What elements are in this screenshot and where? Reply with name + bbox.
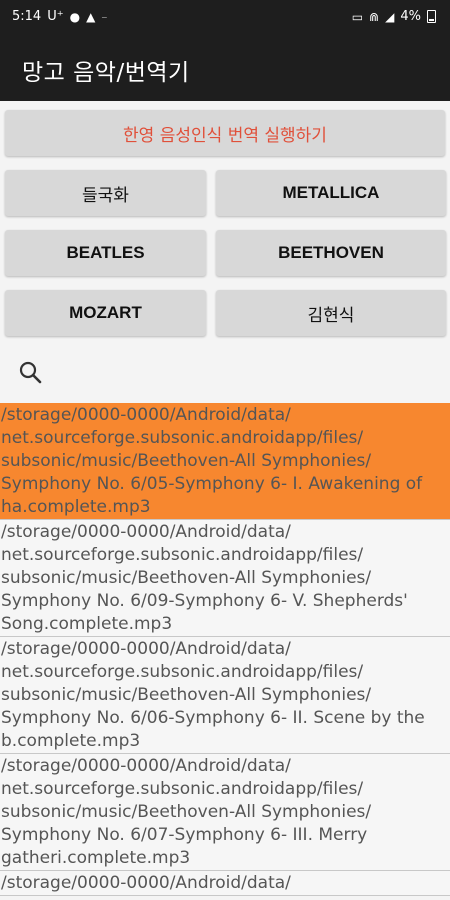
file-path-line: Symphony No. 6/05-Symphony 6- I. Awakeni… [1,474,423,494]
file-path-line: net.sourceforge.subsonic.androidapp/file… [1,779,364,799]
file-path-line: subsonic/music/Beethoven-All Symphonies/ [1,568,372,588]
search-icon[interactable] [18,360,44,386]
file-path-line: b.complete.mp3 [1,731,141,751]
battery-percent: 4% [400,9,421,24]
nfc-icon: ▭ [351,9,364,24]
artist-button-beatles[interactable]: BEATLES [5,230,206,276]
list-item[interactable]: /storage/0000-0000/Android/data/ net.sou… [0,754,450,871]
file-path-line: subsonic/music/Beethoven-All Symphonies/ [1,451,372,471]
battery-icon [427,10,436,23]
file-path-line: /storage/0000-0000/Android/data/ [1,522,291,542]
carrier-label: U⁺ [47,9,64,24]
status-bar: 5:14 U⁺ ● ▲ – ▭ ⋒ ◢ 4% [0,0,450,33]
list-item[interactable]: /storage/0000-0000/Android/data/ [0,871,450,896]
file-path-line: Song.complete.mp3 [1,614,173,634]
artist-button-kimhyunsik[interactable]: 김현식 [216,290,446,336]
signal-icon: ◢ [385,9,395,24]
file-path-line: Symphony No. 6/06-Symphony 6- II. Scene … [1,708,425,728]
file-path-line: ha.complete.mp3 [1,497,151,517]
wifi-icon: ⋒ [369,9,380,24]
button-label: MOZART [69,303,142,322]
file-path-line: subsonic/music/Beethoven-All Symphonies/ [1,802,372,822]
file-path-line: Symphony No. 6/09-Symphony 6- V. Shepher… [1,591,408,611]
app-bar: 망고 음악/번역기 [0,33,450,101]
status-time: 5:14 [12,9,42,24]
artist-button-metallica[interactable]: METALLICA [216,170,446,216]
dash-icon: – [101,9,108,24]
file-list: /storage/0000-0000/Android/data/ net.sou… [0,403,450,896]
translate-button[interactable]: 한영 음성인식 번역 실행하기 [5,110,445,156]
button-label: METALLICA [282,183,380,202]
file-path-line: /storage/0000-0000/Android/data/ [1,639,291,659]
list-item[interactable]: /storage/0000-0000/Android/data/ net.sou… [0,520,450,637]
file-path-line: subsonic/music/Beethoven-All Symphonies/ [1,685,372,705]
file-path-line: /storage/0000-0000/Android/data/ [1,756,291,776]
file-path-line: gatheri.complete.mp3 [1,848,191,868]
warning-icon: ▲ [86,9,96,24]
message-icon: ● [69,9,81,24]
app-title: 망고 음악/번역기 [22,60,190,86]
file-path-line: net.sourceforge.subsonic.androidapp/file… [1,662,364,682]
file-path-line: /storage/0000-0000/Android/data/ [1,405,291,425]
file-path-line: Symphony No. 6/07-Symphony 6- III. Merry [1,825,368,845]
file-path-line: /storage/0000-0000/Android/data/ [1,873,291,893]
button-label: BEETHOVEN [278,243,384,262]
file-path-line: net.sourceforge.subsonic.androidapp/file… [1,428,364,448]
artist-button-deulgukhwa[interactable]: 들국화 [5,170,206,216]
button-label: BEATLES [66,243,145,262]
file-path-line: net.sourceforge.subsonic.androidapp/file… [1,545,364,565]
list-item[interactable]: /storage/0000-0000/Android/data/ net.sou… [0,403,450,520]
artist-button-beethoven[interactable]: BEETHOVEN [216,230,446,276]
artist-button-mozart[interactable]: MOZART [5,290,206,336]
list-item[interactable]: /storage/0000-0000/Android/data/ net.sou… [0,637,450,754]
